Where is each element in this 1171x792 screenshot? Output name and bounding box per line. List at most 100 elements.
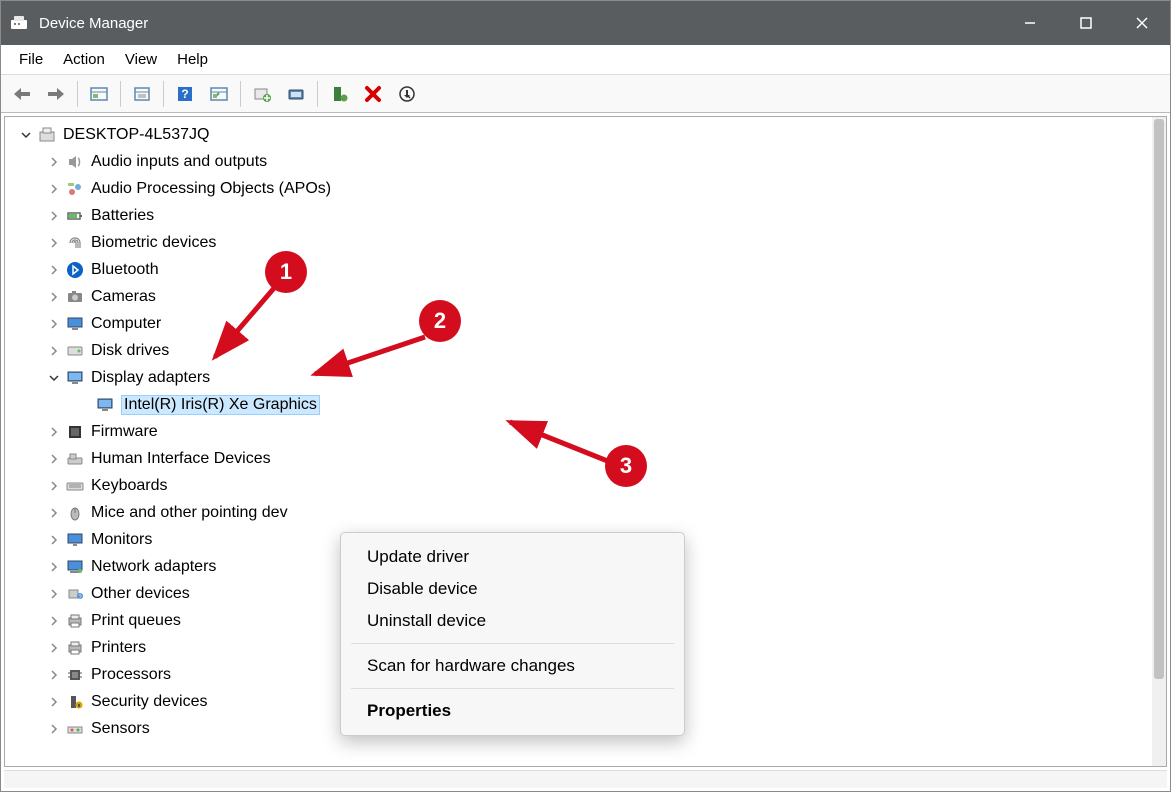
- tree-node[interactable]: Mice and other pointing dev: [5, 499, 1166, 526]
- horizontal-scrollbar[interactable]: [4, 770, 1167, 788]
- tree-node-label: Network adapters: [91, 558, 216, 576]
- tree-node-label: Display adapters: [91, 369, 210, 387]
- tree-node-label: Batteries: [91, 207, 154, 225]
- tree-node-label: Printers: [91, 639, 146, 657]
- tree-node-label: Audio Processing Objects (APOs): [91, 180, 331, 198]
- network-icon: [65, 557, 85, 577]
- titlebar: Device Manager: [1, 1, 1170, 45]
- disable-device-button[interactable]: [358, 79, 388, 109]
- security-icon: [65, 692, 85, 712]
- forward-button[interactable]: [41, 79, 71, 109]
- help-button[interactable]: ?: [170, 79, 200, 109]
- pc-icon: [37, 125, 57, 145]
- window-title: Device Manager: [39, 15, 148, 32]
- context-menu-item[interactable]: Properties: [341, 695, 684, 727]
- tree-node-label: Computer: [91, 315, 161, 333]
- disk-icon: [65, 341, 85, 361]
- tree-leaf-label: Intel(R) Iris(R) Xe Graphics: [121, 395, 320, 415]
- chevron-right-icon[interactable]: [47, 452, 61, 466]
- fingerprint-icon: [65, 233, 85, 253]
- chevron-right-icon[interactable]: [47, 479, 61, 493]
- scan-hardware-button[interactable]: [204, 79, 234, 109]
- tree-node-label: Audio inputs and outputs: [91, 153, 267, 171]
- tree-node[interactable]: Disk drives: [5, 337, 1166, 364]
- chevron-right-icon[interactable]: [47, 722, 61, 736]
- chevron-right-icon[interactable]: [47, 182, 61, 196]
- tree-node[interactable]: Cameras: [5, 283, 1166, 310]
- chevron-right-icon[interactable]: [47, 614, 61, 628]
- tree-node[interactable]: Audio Processing Objects (APOs): [5, 175, 1166, 202]
- tree-node[interactable]: Keyboards: [5, 472, 1166, 499]
- chevron-right-icon[interactable]: [47, 641, 61, 655]
- minimize-button[interactable]: [1002, 1, 1058, 45]
- chevron-right-icon[interactable]: [47, 533, 61, 547]
- chevron-right-icon[interactable]: [47, 209, 61, 223]
- computer-icon: [65, 314, 85, 334]
- back-button[interactable]: [7, 79, 37, 109]
- printer-icon: [65, 611, 85, 631]
- chevron-down-icon[interactable]: [47, 371, 61, 385]
- device-manager-window: Device Manager File Action View Help ? D…: [0, 0, 1171, 792]
- close-button[interactable]: [1114, 1, 1170, 45]
- chevron-right-icon[interactable]: [47, 587, 61, 601]
- svg-text:?: ?: [181, 87, 188, 101]
- vertical-scrollbar[interactable]: [1152, 117, 1166, 766]
- context-menu-item[interactable]: Disable device: [341, 573, 684, 605]
- tree-root-label: DESKTOP-4L537JQ: [63, 126, 209, 144]
- tree-node[interactable]: Bluetooth: [5, 256, 1166, 283]
- chevron-right-icon[interactable]: [47, 506, 61, 520]
- annotation-badge-1: 1: [265, 251, 307, 293]
- chevron-right-icon[interactable]: [47, 317, 61, 331]
- menu-action[interactable]: Action: [53, 47, 115, 72]
- properties-button[interactable]: [127, 79, 157, 109]
- remove-device-button[interactable]: [392, 79, 422, 109]
- device-tree-pane: DESKTOP-4L537JQ Audio inputs and outputs A…: [4, 116, 1167, 767]
- cpu-icon: [65, 665, 85, 685]
- camera-icon: [65, 287, 85, 307]
- show-hide-console-button[interactable]: [84, 79, 114, 109]
- menu-file[interactable]: File: [9, 47, 53, 72]
- menu-help[interactable]: Help: [167, 47, 218, 72]
- tree-node[interactable]: Firmware: [5, 418, 1166, 445]
- context-menu-item[interactable]: Uninstall device: [341, 605, 684, 637]
- tree-node[interactable]: Audio inputs and outputs: [5, 148, 1166, 175]
- chevron-right-icon[interactable]: [47, 155, 61, 169]
- tree-node-label: Security devices: [91, 693, 208, 711]
- chevron-right-icon[interactable]: [47, 668, 61, 682]
- tree-node[interactable]: Biometric devices: [5, 229, 1166, 256]
- tree-node[interactable]: Human Interface Devices: [5, 445, 1166, 472]
- update-driver-button[interactable]: [247, 79, 277, 109]
- firmware-icon: [65, 422, 85, 442]
- apo-icon: [65, 179, 85, 199]
- menu-view[interactable]: View: [115, 47, 167, 72]
- chevron-right-icon[interactable]: [47, 344, 61, 358]
- chevron-right-icon[interactable]: [47, 425, 61, 439]
- chevron-right-icon[interactable]: [47, 290, 61, 304]
- tree-node[interactable]: Display adapters: [5, 364, 1166, 391]
- display-icon: [65, 368, 85, 388]
- tree-node-label: Monitors: [91, 531, 152, 549]
- chevron-right-icon[interactable]: [47, 695, 61, 709]
- chevron-down-icon[interactable]: [19, 128, 33, 142]
- tree-node[interactable]: Batteries: [5, 202, 1166, 229]
- uninstall-device-button[interactable]: [281, 79, 311, 109]
- keyboard-icon: [65, 476, 85, 496]
- tree-node-label: Bluetooth: [91, 261, 159, 279]
- display-icon: [95, 395, 115, 415]
- tree-node-label: Sensors: [91, 720, 150, 738]
- context-menu-item[interactable]: Scan for hardware changes: [341, 650, 684, 682]
- sensor-icon: [65, 719, 85, 739]
- tree-leaf[interactable]: Intel(R) Iris(R) Xe Graphics: [5, 391, 1166, 418]
- chevron-right-icon[interactable]: [47, 560, 61, 574]
- tree-node-label: Other devices: [91, 585, 190, 603]
- chevron-right-icon[interactable]: [47, 236, 61, 250]
- chevron-right-icon[interactable]: [47, 263, 61, 277]
- enable-device-button[interactable]: [324, 79, 354, 109]
- mouse-icon: [65, 503, 85, 523]
- hid-icon: [65, 449, 85, 469]
- tree-node[interactable]: Computer: [5, 310, 1166, 337]
- tree-root[interactable]: DESKTOP-4L537JQ: [5, 121, 1166, 148]
- context-menu-item[interactable]: Update driver: [341, 541, 684, 573]
- context-menu: Update driverDisable deviceUninstall dev…: [340, 532, 685, 736]
- maximize-button[interactable]: [1058, 1, 1114, 45]
